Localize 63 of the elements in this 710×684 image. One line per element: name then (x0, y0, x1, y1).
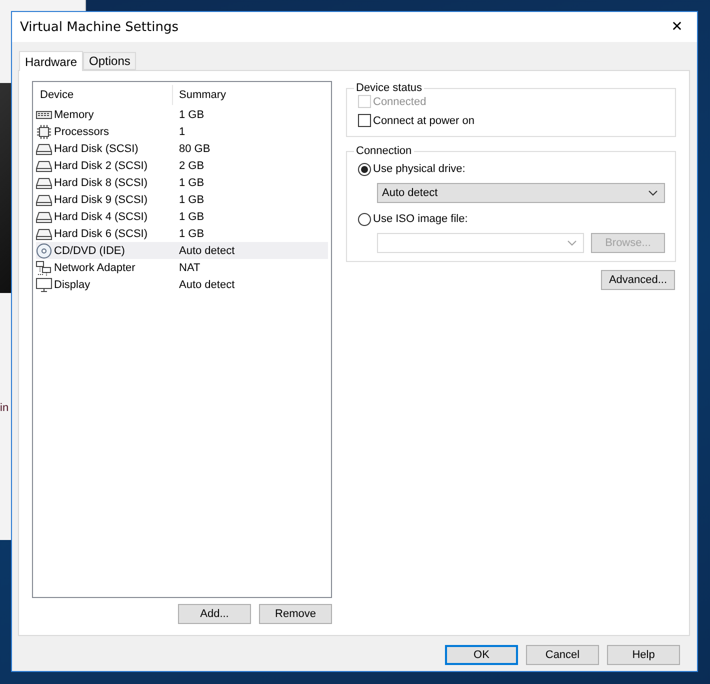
device-name: Display (54, 278, 90, 290)
dialog-button[interactable]: OK (445, 645, 518, 665)
device-row[interactable]: Display Auto detect (36, 276, 328, 293)
device-name: Processors (54, 126, 110, 138)
device-summary: 80 GB (178, 142, 212, 154)
column-header[interactable]: Device (36, 85, 172, 105)
device-summary: 1 GB (178, 210, 206, 222)
device-summary: Auto detect (178, 244, 236, 256)
dialog-button[interactable]: Cancel (526, 645, 599, 665)
device-summary: 1 GB (178, 108, 206, 120)
checkbox-label: Connect at power on (373, 114, 475, 126)
device-name: Hard Disk 4 (SCSI) (54, 210, 148, 222)
device-name: Network Adapter (54, 262, 136, 274)
device-row[interactable]: Hard Disk 4 (SCSI) 1 GB (36, 208, 328, 225)
device-name: Hard Disk 8 (SCSI) (54, 176, 148, 188)
device-summary: Auto detect (178, 278, 236, 290)
device-summary: 1 GB (178, 176, 206, 188)
background-text: in (0, 402, 9, 414)
device-row[interactable]: Hard Disk 2 (SCSI) 2 GB (36, 157, 328, 174)
chip-icon (36, 124, 52, 140)
radio-label: Use physical drive: (373, 163, 466, 175)
device-name: Hard Disk 9 (SCSI) (54, 194, 148, 206)
device-summary: 2 GB (178, 160, 206, 172)
radio-button[interactable] (358, 162, 371, 176)
iso-path-field[interactable] (377, 233, 584, 253)
device-name: Hard Disk 2 (SCSI) (54, 160, 148, 172)
network-icon (36, 260, 52, 276)
monitor-icon (36, 276, 52, 292)
device-row[interactable]: Hard Disk (SCSI) 80 GB (36, 140, 328, 157)
advanced-button[interactable]: Advanced... (601, 270, 675, 290)
device-name: Memory (54, 108, 94, 120)
group-title: Device status (355, 82, 424, 94)
device-summary: 1 (178, 126, 186, 138)
device-summary: 1 GB (178, 228, 206, 240)
device-name: Hard Disk 6 (SCSI) (54, 228, 148, 240)
device-row[interactable]: Memory 1 GB (36, 106, 328, 123)
window-title: Virtual Machine Settings (20, 20, 178, 34)
checkbox-label: Connected (373, 96, 426, 108)
radio-button[interactable] (358, 212, 371, 226)
chevron-icon (648, 190, 658, 196)
device-row[interactable]: Processors 1 (36, 123, 328, 140)
device-row[interactable]: Hard Disk 9 (SCSI) 1 GB (36, 191, 328, 208)
device-row[interactable]: Hard Disk 6 (SCSI) 1 GB (36, 225, 328, 242)
disc-icon (36, 242, 52, 258)
drive-dropdown[interactable]: Auto detect (377, 183, 665, 203)
device-name: Hard Disk (SCSI) (54, 142, 138, 154)
device-row[interactable]: Hard Disk 8 (SCSI) 1 GB (36, 174, 328, 191)
chevron-icon (567, 240, 577, 246)
device-row[interactable]: Network Adapter NAT (36, 259, 328, 276)
device-summary: 1 GB (178, 194, 206, 206)
list-button[interactable]: Remove (259, 604, 332, 624)
device-row[interactable]: CD/DVD (IDE) Auto detect (36, 242, 328, 259)
group-title: Connection (355, 145, 413, 157)
close-button[interactable]: ✕ (657, 12, 697, 42)
list-button[interactable]: Add... (178, 604, 251, 624)
device-name: CD/DVD (IDE) (54, 244, 125, 256)
checkbox[interactable] (358, 114, 371, 127)
radio-label: Use ISO image file: (373, 213, 468, 225)
tab[interactable]: Hardware (19, 51, 84, 71)
dialog-button[interactable]: Help (607, 645, 680, 665)
column-header[interactable]: Summary (172, 85, 328, 105)
device-summary: NAT (178, 262, 202, 274)
tab[interactable]: Options (83, 52, 136, 70)
